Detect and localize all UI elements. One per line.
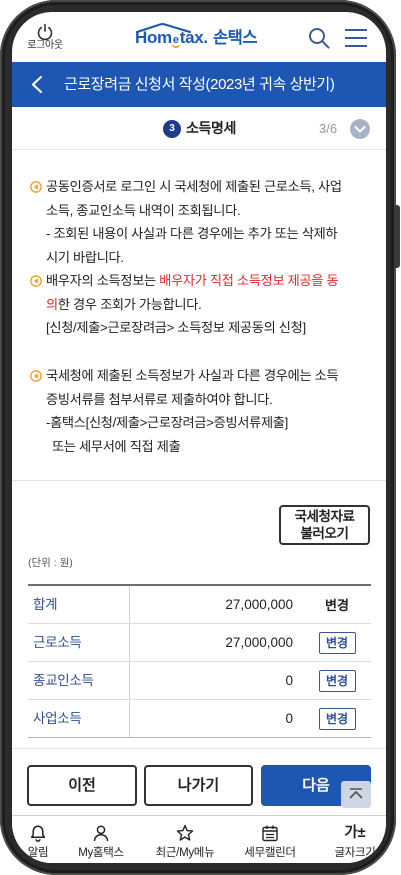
logo-brand-korean: 손택스 — [213, 29, 258, 47]
notice-line: 또는 세무서에 직접 제출 — [52, 438, 181, 454]
step-number-badge: 3 — [163, 120, 181, 138]
chevron-down-icon — [354, 126, 366, 133]
person-icon — [93, 825, 109, 842]
row-amount: 27,000,000 — [225, 597, 293, 612]
chevron-up-icon — [349, 788, 363, 799]
bell-icon — [30, 825, 46, 842]
notice-line: 시기 바랍니다. — [46, 249, 124, 265]
prev-button[interactable]: 이전 — [27, 765, 137, 806]
logout-button[interactable]: 로그아웃 — [20, 20, 70, 60]
row-action-cell: 변경 — [303, 586, 371, 623]
row-action-cell: 변경 — [303, 624, 371, 661]
hometax-logo[interactable]: Hometax. 손택스 — [135, 22, 271, 50]
phone-screen: 로그아웃 Hometax. 손택스 근로장려금 신청서 작성(2023년 귀속 … — [12, 12, 386, 863]
notice-line: 공동인증서로 로그인 시 국세청에 제출된 근로소득, 사업 — [46, 179, 342, 194]
page-title-bar: 근로장려금 신청서 작성(2023년 귀속 상반기) — [12, 62, 386, 107]
notice-line: 소득, 종교인소득 내역이 조회됩니다. — [46, 202, 241, 218]
row-action-cell: 변경 — [303, 700, 371, 737]
unit-label: (단위 : 원) — [28, 557, 73, 569]
notice-line: 의한 경우 조회가 가능합니다. — [46, 293, 380, 317]
chevron-left-icon[interactable] — [30, 75, 44, 94]
logo-part-2: e — [171, 34, 180, 48]
nav-item-my-hometax[interactable]: My홈택스 — [63, 816, 139, 863]
notice-text: 한 경우 조회가 가능합니다. — [57, 296, 202, 312]
phone-side-button — [394, 205, 400, 268]
notice-text: 배우자의 소득정보는 — [46, 273, 160, 288]
notice-highlight-text: 배우자가 직접 소득정보 제공을 동 — [159, 273, 339, 288]
row-amount: 0 — [285, 673, 293, 688]
nav-label: 세무캘린더 — [244, 847, 296, 859]
logout-label: 로그아웃 — [27, 40, 63, 51]
row-label: 근로소득 — [28, 624, 130, 661]
hamburger-menu-icon[interactable] — [344, 28, 368, 48]
notice-list: 공동인증서로 로그인 시 국세청에 제출된 근로소득, 사업 소득, 종교인소득… — [30, 175, 380, 458]
row-label: 사업소득 — [28, 700, 130, 737]
logo-part-3: tax. — [179, 28, 208, 47]
bottom-navigation: 알림 My홈택스 최근/My메뉴 세무캘린더 가± 글자크기 — [12, 815, 386, 863]
income-table: 합계 27,000,000 변경 근로소득 27,000,000 변경 종교인소… — [28, 584, 371, 738]
logo-part-1: Hom — [135, 28, 172, 47]
scroll-top-button[interactable] — [341, 781, 371, 808]
star-icon — [176, 824, 194, 841]
fetch-button-line-2: 불러오기 — [300, 526, 349, 541]
row-label: 종교인소득 — [28, 662, 130, 699]
notice-line: [신청/제출>근로장려금> 소득정보 제공동의 신청] — [46, 320, 306, 335]
notice-line: - 조회된 내용이 사실과 다른 경우에는 추가 또는 삭제하 — [46, 226, 338, 241]
fetch-button-line-1: 국세청자료 — [294, 509, 355, 524]
row-amount: 27,000,000 — [225, 635, 293, 650]
notice-highlight-text: 의 — [46, 296, 58, 312]
change-earned-income-button[interactable]: 변경 — [318, 631, 356, 654]
calendar-icon — [262, 825, 278, 842]
table-row: 종교인소득 0 변경 — [28, 662, 371, 700]
table-row: 사업소득 0 변경 — [28, 700, 371, 738]
page-title: 근로장려금 신청서 작성(2023년 귀속 상반기) — [64, 76, 335, 93]
nav-label: My홈택스 — [78, 847, 124, 859]
circle-arrow-left-icon — [30, 181, 42, 193]
fetch-nts-data-button[interactable]: 국세청자료 불러오기 — [279, 505, 370, 545]
font-size-icon: 가± — [344, 825, 366, 841]
notice-line: 국세청에 제출된 소득정보가 사실과 다른 경우에는 소득 — [46, 368, 339, 383]
power-icon — [37, 23, 53, 41]
row-label: 합계 — [28, 586, 130, 623]
nav-item-tax-calendar[interactable]: 세무캘린더 — [232, 816, 308, 863]
table-row: 근로소득 27,000,000 변경 — [28, 624, 371, 662]
row-amount: 0 — [285, 711, 293, 726]
row-action-cell: 변경 — [303, 662, 371, 699]
notice-line: 배우자의 소득정보는 배우자가 직접 소득정보 제공을 동 — [46, 269, 380, 293]
step-progress: 3/6 — [319, 121, 338, 136]
circle-arrow-left-icon — [30, 275, 42, 287]
table-row: 합계 27,000,000 변경 — [28, 586, 371, 624]
step-label: 소득명세 — [186, 120, 236, 136]
notice-item: 공동인증서로 로그인 시 국세청에 제출된 근로소득, 사업 소득, 종교인소득… — [30, 175, 380, 269]
exit-button[interactable]: 나가기 — [144, 765, 253, 806]
total-change-label: 변경 — [325, 598, 349, 613]
step-indicator: 3 소득명세 3/6 — [12, 107, 386, 150]
search-icon[interactable] — [308, 27, 330, 49]
notice-line: 증빙서류를 첨부서류로 제출하여야 합니다. — [46, 391, 273, 407]
section-divider — [12, 480, 386, 481]
nav-item-font-size[interactable]: 가± 글자크기 — [317, 816, 386, 863]
circle-arrow-left-icon — [30, 370, 42, 382]
section-divider — [12, 748, 386, 749]
notice-item: 국세청에 제출된 소득정보가 사실과 다른 경우에는 소득 증빙서류를 첨부서류… — [30, 364, 380, 458]
nav-item-recent-my-menu[interactable]: 최근/My메뉴 — [147, 816, 223, 863]
step-toggle-button[interactable] — [350, 119, 370, 139]
notice-item: 배우자의 소득정보는 배우자가 직접 소득정보 제공을 동 의한 경우 조회가 … — [30, 269, 380, 340]
change-religious-income-button[interactable]: 변경 — [318, 669, 356, 692]
nav-label: 글자크기 — [334, 847, 376, 859]
notice-line: -홈택스[신청/제출>근로장려금>증빙서류제출] — [46, 415, 288, 430]
logo-wordmark: Hometax. — [135, 28, 208, 48]
change-business-income-button[interactable]: 변경 — [318, 707, 356, 730]
nav-label: 최근/My메뉴 — [155, 847, 215, 859]
